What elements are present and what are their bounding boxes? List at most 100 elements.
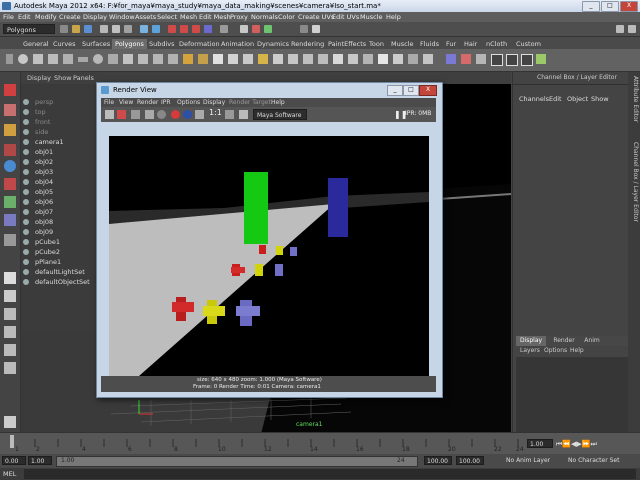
- merge-icon[interactable]: [363, 54, 373, 64]
- anim-layer-selector[interactable]: No Anim Layer: [506, 457, 550, 464]
- shelf-tab-animation[interactable]: Animation: [218, 39, 257, 49]
- shelf-tab-polygons[interactable]: Polygons: [112, 39, 147, 49]
- step-forward-icon[interactable]: ⏩: [582, 440, 591, 448]
- outliner-item[interactable]: obj08: [23, 217, 53, 227]
- menu-create[interactable]: Create: [59, 12, 81, 22]
- menu-select[interactable]: Select: [157, 12, 177, 22]
- outliner-item[interactable]: obj04: [23, 177, 53, 187]
- menu-set-selector[interactable]: Polygons: [3, 24, 55, 34]
- outliner-item[interactable]: obj05: [23, 187, 53, 197]
- scale-tool-icon[interactable]: [4, 178, 16, 190]
- outliner-item[interactable]: defaultObjectSet: [23, 277, 90, 287]
- select-hierarchy-icon[interactable]: [100, 25, 108, 33]
- combine-icon[interactable]: [183, 54, 193, 64]
- poly-torus-icon[interactable]: [93, 54, 103, 64]
- bevel-icon[interactable]: [348, 54, 358, 64]
- tab-attribute-editor[interactable]: Attribute Editor: [629, 76, 639, 122]
- spherical-mapping-icon[interactable]: [476, 54, 486, 64]
- outliner-item[interactable]: pCube1: [23, 237, 60, 247]
- poly-cylinder-icon[interactable]: [48, 54, 58, 64]
- wedge-icon[interactable]: [378, 54, 388, 64]
- shelf-tab-fluids[interactable]: Fluids: [417, 39, 442, 49]
- animation-start-field[interactable]: 0.00: [2, 456, 26, 465]
- insert-edge-loop-icon[interactable]: [318, 54, 328, 64]
- maximize-button[interactable]: □: [601, 1, 619, 12]
- planar-mapping-icon[interactable]: [446, 54, 456, 64]
- playback-end-field[interactable]: 100.00: [424, 456, 452, 465]
- show-hide-channel-box-icon[interactable]: [628, 25, 636, 33]
- cylindrical-mapping-icon[interactable]: [461, 54, 471, 64]
- command-language-label[interactable]: MEL: [3, 469, 16, 479]
- separate-icon[interactable]: [198, 54, 208, 64]
- close-button[interactable]: X: [620, 1, 638, 12]
- select-object-icon[interactable]: [112, 25, 120, 33]
- poly-helix-icon[interactable]: [153, 54, 163, 64]
- layer-menu-options[interactable]: Options: [544, 347, 567, 354]
- menu-modify[interactable]: Modify: [35, 12, 57, 22]
- outliner-item[interactable]: obj01: [23, 147, 53, 157]
- uv-editor-icon[interactable]: [536, 54, 546, 64]
- outliner-item[interactable]: obj07: [23, 207, 53, 217]
- outliner-item[interactable]: pPlane1: [23, 257, 61, 267]
- extrude-icon[interactable]: [258, 54, 268, 64]
- offset-edge-loop-icon[interactable]: [333, 54, 343, 64]
- save-scene-icon[interactable]: [84, 25, 92, 33]
- ipr-render-icon[interactable]: [117, 110, 126, 119]
- select-component-icon[interactable]: [124, 25, 132, 33]
- outliner-item[interactable]: persp: [23, 97, 53, 107]
- channel-menu-show[interactable]: Show: [591, 95, 609, 103]
- menu-color[interactable]: Color: [278, 12, 295, 22]
- range-slider-bar[interactable]: 1.00 24: [56, 456, 418, 467]
- poke-icon[interactable]: [393, 54, 403, 64]
- channel-menu-edit[interactable]: Edit: [549, 95, 562, 103]
- move-tool-icon[interactable]: [4, 144, 16, 156]
- viewport-menu-display[interactable]: Display: [27, 72, 51, 84]
- manipulator-tool-icon[interactable]: [4, 196, 16, 208]
- toggle-panel-icon[interactable]: [312, 25, 320, 33]
- rv-menu-render-target[interactable]: Render Target: [229, 98, 271, 107]
- render-settings-icon[interactable]: [239, 110, 248, 119]
- outliner-item[interactable]: front: [23, 117, 50, 127]
- playback-start-field[interactable]: 1.00: [28, 456, 52, 465]
- menu-help[interactable]: Help: [386, 12, 401, 22]
- outliner-item[interactable]: defaultLightSet: [23, 267, 85, 277]
- poly-soccer-ball-icon[interactable]: [168, 54, 178, 64]
- shelf-tab-dynamics[interactable]: Dynamics: [254, 39, 292, 49]
- layer-menu-layers[interactable]: Layers: [520, 347, 540, 354]
- shelf-tab-muscle[interactable]: Muscle: [388, 39, 417, 49]
- split-polygon-icon[interactable]: [303, 54, 313, 64]
- rv-menu-help[interactable]: Help: [271, 98, 285, 107]
- outliner-item[interactable]: obj06: [23, 197, 53, 207]
- smooth-icon[interactable]: [243, 54, 253, 64]
- menu-mesh[interactable]: Mesh: [180, 12, 197, 22]
- poly-cone-icon[interactable]: [63, 54, 73, 64]
- render-image[interactable]: [109, 136, 429, 376]
- rotate-tool-icon[interactable]: [4, 160, 16, 172]
- outliner-item[interactable]: obj09: [23, 227, 53, 237]
- tab-display-layers[interactable]: Display: [516, 336, 546, 346]
- outliner-layout-icon[interactable]: [4, 416, 16, 428]
- ipr-render-icon[interactable]: [252, 25, 260, 33]
- shelf-tab-custom[interactable]: Custom: [513, 39, 544, 49]
- tab-anim-layers[interactable]: Anim: [578, 336, 606, 346]
- input-line-icon[interactable]: [300, 25, 308, 33]
- outliner-item[interactable]: top: [23, 107, 46, 117]
- single-perspective-view-icon[interactable]: [4, 272, 16, 284]
- render-region-icon[interactable]: [145, 110, 154, 119]
- bridge-icon[interactable]: [273, 54, 283, 64]
- select-tool-icon[interactable]: [4, 84, 16, 96]
- snapshot-icon[interactable]: [157, 110, 166, 119]
- paint-select-tool-icon[interactable]: [4, 124, 16, 136]
- menu-muscle[interactable]: Muscle: [360, 12, 383, 22]
- poly-prism-icon[interactable]: [108, 54, 118, 64]
- shelf-tab-subdivs[interactable]: Subdivs: [146, 39, 178, 49]
- rv-menu-ipr[interactable]: IPR: [161, 98, 171, 107]
- render-view-minimize-button[interactable]: _: [387, 85, 403, 96]
- shelf-tab-rendering[interactable]: Rendering: [288, 39, 327, 49]
- shelf-tab-toon[interactable]: Toon: [366, 39, 387, 49]
- history-icon[interactable]: [220, 25, 228, 33]
- rv-menu-render[interactable]: Render: [137, 98, 158, 107]
- render-current-frame-icon[interactable]: [240, 25, 248, 33]
- menu-proxy[interactable]: Proxy: [230, 12, 248, 22]
- minimize-button[interactable]: _: [582, 1, 600, 12]
